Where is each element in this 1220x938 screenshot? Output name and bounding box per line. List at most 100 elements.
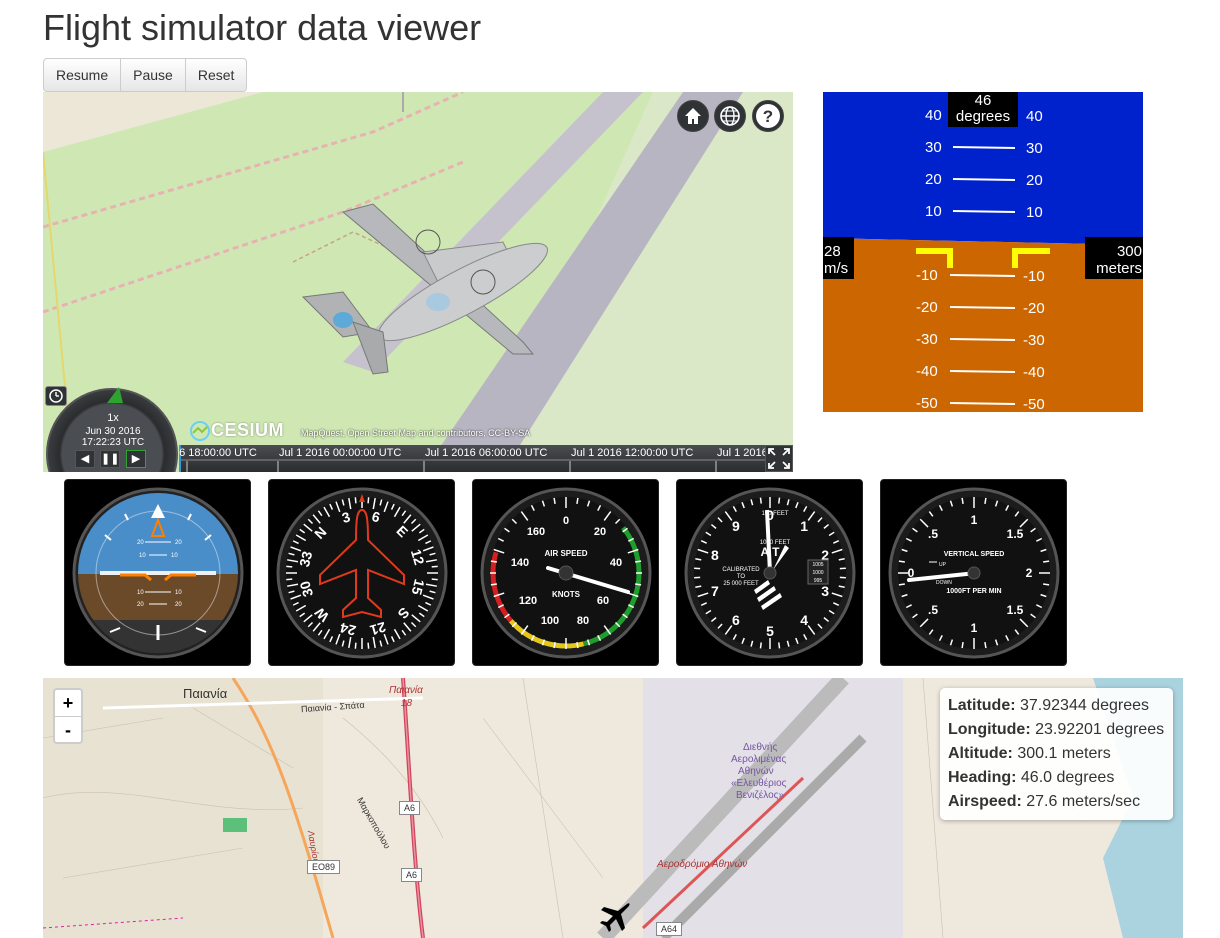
realtime-clock-button[interactable] <box>45 386 67 406</box>
timeline-label: Jul 1 2016 00:00:00 UTC <box>279 447 402 459</box>
map-label: Αεροδρόμιο Αθηνών <box>657 859 748 870</box>
pitch-line <box>949 370 1016 373</box>
altimeter-label: 9 <box>732 518 740 534</box>
altitude-value: 300.1 meters <box>1017 745 1111 762</box>
svg-text:20: 20 <box>137 540 144 546</box>
resume-button[interactable]: Resume <box>43 58 122 92</box>
gauge-tick <box>984 642 987 649</box>
hud-speed-value: 28 <box>824 243 841 260</box>
gauge-tick <box>759 497 762 504</box>
map-label: Διεθνής <box>743 742 778 753</box>
aircraft-marker-icon[interactable] <box>597 900 631 934</box>
globe-button[interactable] <box>714 100 746 132</box>
leaflet-map[interactable]: + - Παιανία Παιανία - Σπάτα Παιανία 18 Μ… <box>43 678 1183 938</box>
altimeter-text: CALIBRATED <box>722 567 760 573</box>
map-label: Παιανία <box>183 686 228 701</box>
timeline-label: 16 18:00:00 UTC <box>179 447 257 459</box>
altimeter-label: 1 <box>800 518 808 534</box>
pitch-label: 30 <box>925 139 942 156</box>
shuttle-ring-knob[interactable] <box>103 385 127 407</box>
zoom-control: + - <box>53 688 83 744</box>
fullscreen-icon <box>768 448 790 469</box>
altimeter-text: TO <box>737 574 746 580</box>
cesium-logo-icon <box>190 420 210 441</box>
timeline[interactable]: 16 18:00:00 UTC Jul 1 2016 00:00:00 UTC … <box>179 445 793 472</box>
airspeed-label: 40 <box>610 557 622 569</box>
heading-gauge: N3 6E1215S2124W3033 <box>276 487 448 659</box>
gauge-tick <box>635 560 642 563</box>
clock-date: Jun 30 2016 <box>85 426 141 437</box>
cesium-logo-text: CESIUM <box>211 420 285 440</box>
globe-icon <box>720 106 740 126</box>
altimeter-label: 3 <box>821 583 829 599</box>
pitch-line <box>949 402 1016 405</box>
help-button[interactable]: ? <box>752 100 784 132</box>
timeline-label: Jul 1 2016 12:00:00 UTC <box>571 447 694 459</box>
pitch-label: -40 <box>916 363 938 380</box>
zoom-out-button[interactable]: - <box>55 716 81 742</box>
clock-speed: 1x <box>107 412 119 424</box>
gauge-tick <box>367 642 370 649</box>
map-label: Αθηνών <box>738 766 774 777</box>
airspeed-value: 27.6 meters/sec <box>1026 793 1141 810</box>
variometer-down: DOWN <box>936 580 952 586</box>
svg-text:10: 10 <box>139 553 146 559</box>
hud-heading-value: 46 <box>975 92 992 109</box>
clock-time: 17:22:23 UTC <box>81 437 145 448</box>
pitch-label: -10 <box>916 267 938 284</box>
altimeter-label: 7 <box>711 583 719 599</box>
gauge-tick <box>286 578 293 581</box>
longitude-label: Longitude: <box>948 721 1031 738</box>
heading-label: Heading: <box>948 769 1017 786</box>
longitude-value: 23.92201 degrees <box>1035 721 1165 738</box>
altimeter-label: 6 <box>732 612 740 628</box>
reset-button[interactable]: Reset <box>184 58 248 92</box>
kollsman-value: 1005 <box>812 562 823 568</box>
gauge-tick <box>553 642 556 649</box>
altimeter-label: 8 <box>711 547 719 563</box>
variometer-unit: 1000FT PER MIN <box>946 588 1001 595</box>
map-credits[interactable]: MapQuest, Open Street Map and contributo… <box>301 428 530 438</box>
variometer-up: UP <box>939 562 947 568</box>
pitch-label: 10 <box>1026 204 1043 221</box>
attitude-indicator: 20 20 10 10 10 10 20 20 <box>64 479 251 666</box>
gauge-tick <box>778 497 781 504</box>
heading-value: 46.0 degrees <box>1020 769 1115 786</box>
help-icon: ? <box>756 104 780 128</box>
altitude-label: Altitude: <box>948 745 1013 762</box>
gauge-tick <box>576 497 579 504</box>
altimeter-gauge: 0123456789 100 FEET 1000 FEET CALIBRATED… <box>684 487 856 659</box>
svg-text:?: ? <box>763 107 773 126</box>
home-button[interactable] <box>677 100 709 132</box>
page-title: Flight simulator data viewer <box>43 7 482 48</box>
cesium-logo[interactable]: CESIUM <box>189 420 284 441</box>
altimeter: 0123456789 100 FEET 1000 FEET CALIBRATED… <box>676 479 863 666</box>
pitch-label: 40 <box>925 107 942 124</box>
airspeed-label: 60 <box>597 595 609 607</box>
gauge-tick <box>961 642 964 649</box>
fullscreen-button[interactable] <box>765 445 793 472</box>
variometer-label: 1 <box>971 621 978 635</box>
airspeed-label: Airspeed: <box>948 793 1022 810</box>
road-shield: EO89 <box>307 860 341 874</box>
pitch-line <box>952 146 1016 149</box>
play-button[interactable]: ▶ <box>126 450 146 468</box>
svg-text:10: 10 <box>171 553 178 559</box>
pitch-label: 20 <box>925 171 942 188</box>
pitch-label: -30 <box>1023 332 1045 349</box>
hud-speed-unit: m/s <box>824 260 848 277</box>
hud-canvas: 40 40 30 30 20 20 10 10 -10 -10 -20 -20 -30 -30 -40 -40… <box>823 92 1143 412</box>
pause-button[interactable]: Pause <box>120 58 186 92</box>
airspeed-label: 0 <box>563 515 569 527</box>
rewind-button[interactable]: ◀ <box>75 450 95 468</box>
airspeed-label: 160 <box>527 526 545 538</box>
gauge-tick <box>1043 560 1050 563</box>
airspeed-indicator: 0 20 40 60 80 100 120 140 160 AIR SPEED KNOTS <box>472 479 659 666</box>
pitch-label: -40 <box>1023 364 1045 381</box>
pause-clock-button[interactable]: ❚❚ <box>100 450 120 468</box>
hud-altitude-value: 300 <box>1117 243 1142 260</box>
zoom-in-button[interactable]: + <box>55 690 81 716</box>
cesium-viewer[interactable]: ? 1x Jun 30 2016 17:22:23 UTC ◀ ❚❚ ▶ CES… <box>43 92 793 472</box>
map-label: Αερολιμένας <box>731 754 787 765</box>
gauge-tick <box>490 583 497 586</box>
